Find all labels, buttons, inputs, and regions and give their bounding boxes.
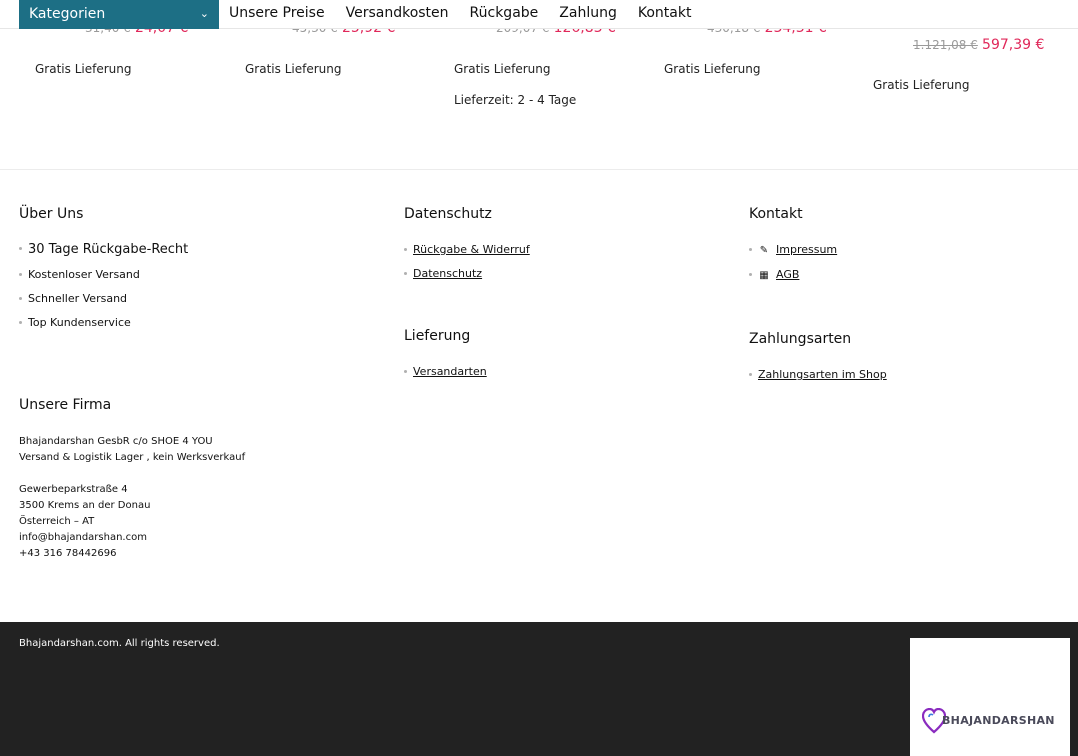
footer-item: Kostenloser Versand <box>19 268 140 281</box>
link-versandarten[interactable]: Versandarten <box>413 365 487 378</box>
logo-wordmark: BHAJANDARSHAN <box>942 714 1055 727</box>
link-datenschutz[interactable]: Datenschutz <box>413 267 482 280</box>
chevron-down-icon: ⌄ <box>199 7 209 20</box>
footer-heading-unsere-firma: Unsere Firma <box>19 397 112 413</box>
old-price: 1.121,08 € <box>913 38 978 52</box>
product-4-shipping: Gratis Lieferung <box>664 62 761 76</box>
address-line: Gewerbeparkstraße 4 <box>19 484 128 495</box>
bullet-icon <box>19 247 22 250</box>
address-line: Versand & Logistik Lager , kein Werksver… <box>19 452 246 463</box>
categories-dropdown-button[interactable]: Kategorien ⌄ <box>19 0 219 29</box>
bullet-icon <box>404 247 407 251</box>
footer-link-item: Versandarten <box>404 365 487 378</box>
footer-link-item: Zahlungsarten im Shop <box>749 368 887 381</box>
footer-heading-lieferung: Lieferung <box>404 328 471 344</box>
bullet-icon <box>19 296 22 300</box>
address-line: 3500 Krems an der Donau <box>19 500 151 511</box>
address-spacer <box>19 466 245 482</box>
brand-logo[interactable]: BHAJANDARSHAN <box>910 638 1070 756</box>
company-address: Bhajandarshan GesbR c/o SHOE 4 YOU Versa… <box>19 434 245 562</box>
footer-link-item: Rückgabe & Widerruf <box>404 243 530 256</box>
address-email: info@bhajandarshan.com <box>19 532 147 543</box>
footer-item: Schneller Versand <box>19 292 127 305</box>
product-3-shipping: Gratis Lieferung <box>454 62 551 76</box>
footer-item-label: Schneller Versand <box>28 292 128 305</box>
address-line: Österreich – AT <box>19 516 95 527</box>
copyright-text: Bhajandarshan.com. All rights reserved. <box>19 638 220 649</box>
footer-item-label: 30 Tage Rückgabe-Recht <box>28 242 189 257</box>
bullet-icon <box>404 369 407 373</box>
nav-link-unsere-preise[interactable]: Unsere Preise <box>229 0 325 29</box>
bullet-icon <box>19 320 22 324</box>
link-agb[interactable]: AGB <box>776 268 799 281</box>
footer-item: Top Kundenservice <box>19 316 131 329</box>
link-rueckgabe-widerruf[interactable]: Rückgabe & Widerruf <box>413 243 530 256</box>
bullet-icon <box>749 272 752 276</box>
product-1-shipping: Gratis Lieferung <box>35 62 132 76</box>
footer-link-item: ▦ AGB <box>749 268 799 281</box>
footer-link-item: ✎ Impressum <box>749 243 837 256</box>
footer-item-label: Top Kundenservice <box>28 316 131 329</box>
sale-price: 597,39 € <box>982 37 1045 53</box>
footer-heading-datenschutz: Datenschutz <box>404 206 492 222</box>
product-3-delivery-time: Lieferzeit: 2 - 4 Tage <box>454 93 577 107</box>
document-icon: ▦ <box>759 270 769 281</box>
address-line: Bhajandarshan GesbR c/o SHOE 4 YOU <box>19 436 213 447</box>
section-divider <box>0 169 1078 170</box>
product-5-shipping: Gratis Lieferung <box>873 78 970 92</box>
footer-heading-kontakt: Kontakt <box>749 206 803 222</box>
nav-link-versandkosten[interactable]: Versandkosten <box>346 0 449 29</box>
product-2-shipping: Gratis Lieferung <box>245 62 342 76</box>
nav-link-zahlung[interactable]: Zahlung <box>559 0 617 29</box>
nav-link-rueckgabe[interactable]: Rückgabe <box>470 0 539 29</box>
categories-label: Kategorien <box>29 6 106 22</box>
pencil-icon: ✎ <box>759 245 769 256</box>
footer-item-label: Kostenloser Versand <box>28 268 140 281</box>
footer-heading-ueber-uns: Über Uns <box>19 206 84 222</box>
nav-link-kontakt[interactable]: Kontakt <box>638 0 692 29</box>
bullet-icon <box>19 272 22 276</box>
bullet-icon <box>749 247 752 251</box>
footer-link-item: Datenschutz <box>404 267 482 280</box>
footer-item: 30 Tage Rückgabe-Recht <box>19 242 188 257</box>
top-navigation: Kategorien ⌄ Unsere Preise Versandkosten… <box>0 0 1078 29</box>
link-impressum[interactable]: Impressum <box>776 243 837 256</box>
footer-heading-zahlungsarten: Zahlungsarten <box>749 331 852 347</box>
bullet-icon <box>404 271 407 275</box>
bullet-icon <box>749 372 752 376</box>
link-zahlungsarten-im-shop[interactable]: Zahlungsarten im Shop <box>758 368 887 381</box>
nav-links: Unsere Preise Versandkosten Rückgabe Zah… <box>229 0 712 29</box>
product-5-price: 1.121,08 € 597,39 € <box>913 37 1044 53</box>
address-phone: +43 316 78442696 <box>19 548 117 559</box>
